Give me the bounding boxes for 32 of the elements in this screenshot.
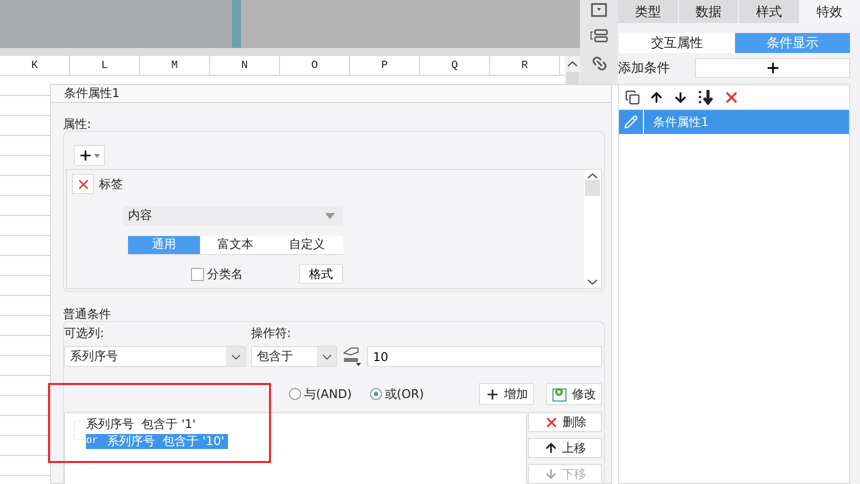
condition-row[interactable]: 系列序号 包含于 '1' [86, 417, 200, 432]
dialog-title: 条件属性1 [64, 85, 120, 102]
content-dropdown[interactable]: 内容 [123, 206, 343, 226]
logic-radio[interactable]: 或(OR) [370, 386, 424, 402]
column-header[interactable]: K [0, 56, 70, 75]
sub-tab[interactable]: 交互属性 [619, 33, 734, 53]
delete-button[interactable]: 删除 [528, 412, 602, 432]
panel-tab[interactable]: 数据 [678, 0, 739, 23]
panel-tab[interactable]: 类型 [618, 0, 678, 23]
column-header[interactable]: P [350, 56, 420, 75]
operator-select[interactable]: 包含于 [251, 346, 337, 367]
column-header[interactable]: N [210, 56, 280, 75]
column-header[interactable]: Q [420, 56, 490, 75]
logic-radio[interactable]: 与(AND) [289, 386, 352, 402]
format-button[interactable]: 格式 [299, 264, 343, 284]
field-label: 操作符: [251, 324, 292, 342]
column-header[interactable]: M [140, 56, 210, 75]
group-legend: 普通条件 [63, 307, 605, 321]
up-button[interactable]: 上移 [528, 438, 602, 458]
checkbox-label: 分类名 [207, 266, 243, 282]
add-button[interactable]: 增加 [479, 383, 534, 405]
group-legend: 属性: [63, 117, 605, 131]
column-select[interactable]: 系列序号 [64, 346, 246, 367]
add-condition-label: 添加条件 [618, 60, 671, 77]
column-header[interactable]: L [70, 56, 140, 75]
field-label: 可选列: [64, 324, 106, 342]
property-label: 标签 [99, 176, 123, 192]
edit-button[interactable]: 修改 [546, 383, 602, 405]
column-header[interactable]: R [490, 56, 560, 75]
panel-tab[interactable]: 样式 [739, 0, 800, 23]
value-input[interactable]: 10 [367, 346, 602, 367]
column-header[interactable]: O [280, 56, 350, 75]
